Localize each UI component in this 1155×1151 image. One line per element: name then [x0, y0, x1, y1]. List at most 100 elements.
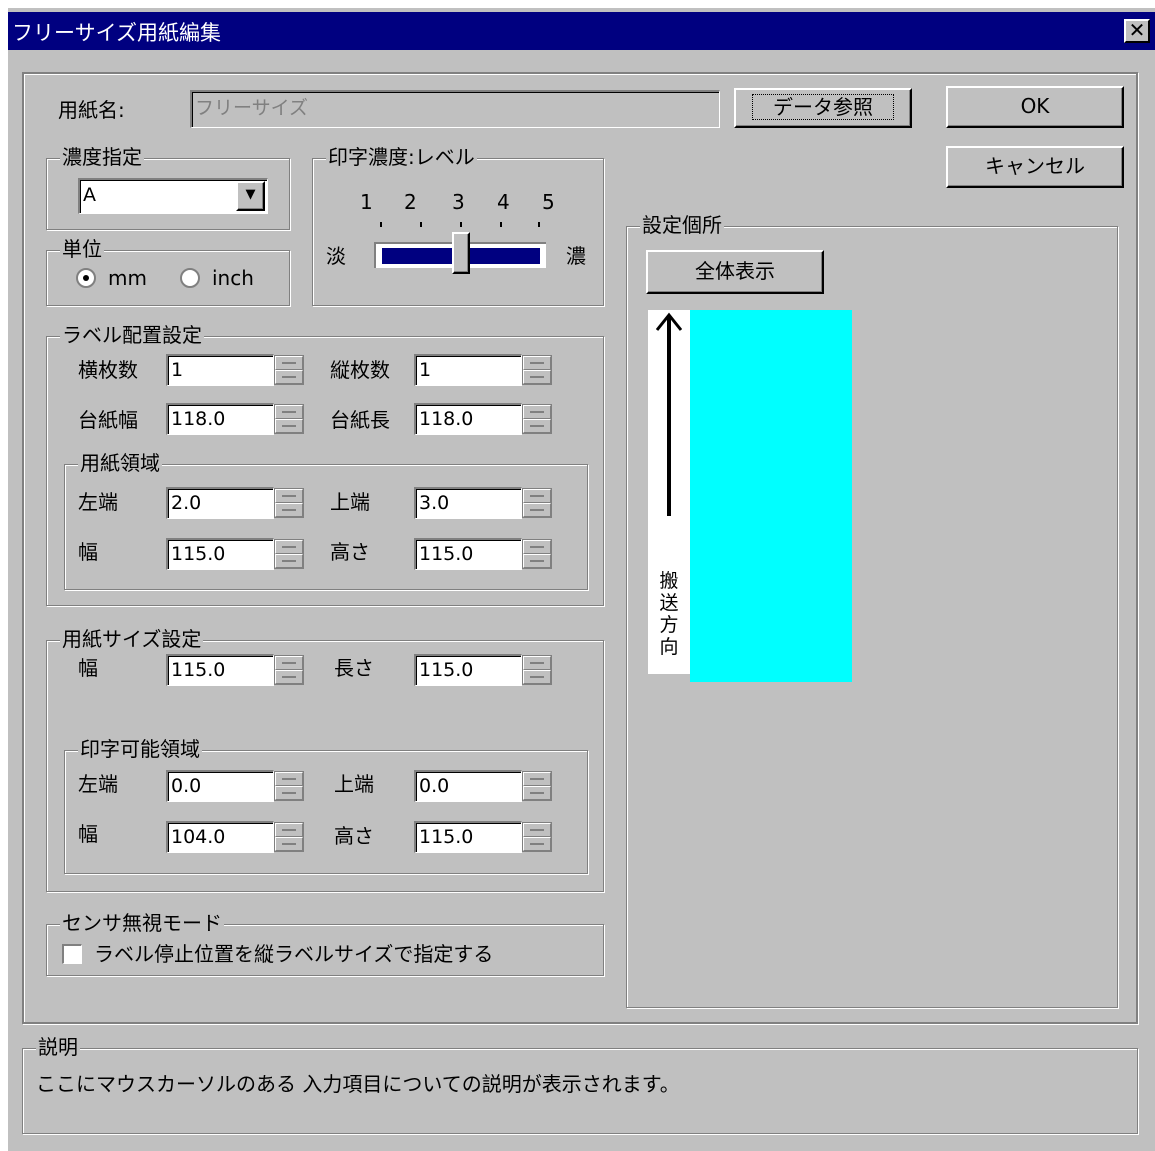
- spin-down-icon[interactable]: [523, 370, 551, 384]
- close-button[interactable]: ✕: [1124, 19, 1150, 43]
- density-slider-thumb[interactable]: [452, 232, 470, 274]
- h-count-field[interactable]: 1: [166, 354, 274, 386]
- paper-area-left-spinner[interactable]: [274, 488, 304, 518]
- paper-area-width-field[interactable]: 115.0: [166, 538, 274, 570]
- feed-char-4: 向: [659, 636, 679, 658]
- paper-size-width-spinner[interactable]: [274, 655, 304, 685]
- printable-top-label: 上端: [334, 772, 374, 796]
- label-preview: [690, 310, 852, 682]
- data-reference-label: データ参照: [752, 94, 894, 120]
- inch-radio[interactable]: [180, 268, 200, 288]
- paper-area-group: [64, 464, 588, 590]
- spin-down-icon[interactable]: [275, 554, 303, 568]
- paper-size-length-spinner[interactable]: [522, 655, 552, 685]
- spin-up-icon[interactable]: [523, 405, 551, 419]
- show-all-button[interactable]: 全体表示: [646, 250, 824, 294]
- spin-up-icon[interactable]: [275, 489, 303, 503]
- paper-area-height-spinner[interactable]: [522, 539, 552, 569]
- spin-up-icon[interactable]: [275, 405, 303, 419]
- paper-area-width-label: 幅: [78, 540, 98, 564]
- printable-height-label: 高さ: [334, 824, 374, 848]
- printable-width-spinner[interactable]: [274, 822, 304, 852]
- h-count-label: 横枚数: [78, 358, 138, 382]
- mount-width-field[interactable]: 118.0: [166, 403, 274, 435]
- tick-label-2: 2: [404, 190, 417, 214]
- paper-area-top-label: 上端: [330, 490, 370, 514]
- spin-down-icon[interactable]: [275, 419, 303, 433]
- spin-up-icon[interactable]: [523, 772, 551, 786]
- sensor-group-label: センサ無視モード: [60, 911, 224, 935]
- spin-down-icon[interactable]: [523, 419, 551, 433]
- mount-width-spinner[interactable]: [274, 404, 304, 434]
- spin-up-icon[interactable]: [523, 540, 551, 554]
- paper-area-group-label: 用紙領域: [78, 451, 162, 475]
- spin-up-icon[interactable]: [523, 356, 551, 370]
- paper-size-width-label: 幅: [78, 656, 98, 680]
- printable-width-field[interactable]: 104.0: [166, 821, 274, 853]
- spin-down-icon[interactable]: [275, 503, 303, 517]
- spin-down-icon[interactable]: [523, 554, 551, 568]
- spin-down-icon[interactable]: [275, 786, 303, 800]
- high-density-label: 濃: [566, 244, 586, 268]
- printable-height-field[interactable]: 115.0: [414, 821, 522, 853]
- spin-up-icon[interactable]: [275, 772, 303, 786]
- spin-up-icon[interactable]: [275, 540, 303, 554]
- radio-dot-icon: [83, 275, 89, 281]
- data-reference-button[interactable]: データ参照: [734, 88, 912, 128]
- slider-ticks: [380, 222, 540, 228]
- print-density-group-label: 印字濃度:レベル: [326, 145, 477, 169]
- inch-label: inch: [212, 266, 254, 290]
- spin-up-icon[interactable]: [275, 823, 303, 837]
- spin-down-icon[interactable]: [523, 786, 551, 800]
- spin-down-icon[interactable]: [275, 670, 303, 684]
- cancel-button[interactable]: キャンセル: [946, 146, 1124, 188]
- v-count-field[interactable]: 1: [414, 354, 522, 386]
- printable-left-field[interactable]: 0.0: [166, 770, 274, 802]
- paper-size-width-field[interactable]: 115.0: [166, 654, 274, 686]
- spin-up-icon[interactable]: [275, 656, 303, 670]
- spin-down-icon[interactable]: [275, 837, 303, 851]
- v-count-spinner[interactable]: [522, 355, 552, 385]
- spin-down-icon[interactable]: [523, 837, 551, 851]
- paper-size-length-label: 長さ: [334, 656, 374, 680]
- v-count-label: 縦枚数: [330, 358, 390, 382]
- low-density-label: 淡: [326, 244, 346, 268]
- paper-size-length-field[interactable]: 115.0: [414, 654, 522, 686]
- printable-top-spinner[interactable]: [522, 771, 552, 801]
- spin-up-icon[interactable]: [523, 656, 551, 670]
- label-layout-group-label: ラベル配置設定: [60, 323, 204, 347]
- mm-radio[interactable]: [76, 268, 96, 288]
- feed-char-1: 搬: [659, 570, 679, 592]
- spin-up-icon[interactable]: [523, 489, 551, 503]
- paper-size-group-label: 用紙サイズ設定: [60, 627, 204, 651]
- paper-area-left-label: 左端: [78, 490, 118, 514]
- printable-top-field[interactable]: 0.0: [414, 770, 522, 802]
- tick-label-1: 1: [360, 190, 373, 214]
- ok-button[interactable]: OK: [946, 86, 1124, 128]
- spin-down-icon[interactable]: [523, 670, 551, 684]
- tick-label-4: 4: [497, 190, 510, 214]
- spin-down-icon[interactable]: [523, 503, 551, 517]
- mount-length-field[interactable]: 118.0: [414, 403, 522, 435]
- h-count-spinner[interactable]: [274, 355, 304, 385]
- dropdown-arrow-icon[interactable]: ▼: [236, 181, 265, 211]
- paper-area-height-field[interactable]: 115.0: [414, 538, 522, 570]
- paper-area-top-field[interactable]: 3.0: [414, 487, 522, 519]
- paper-area-left-field[interactable]: 2.0: [166, 487, 274, 519]
- printable-width-label: 幅: [78, 822, 98, 846]
- spin-up-icon[interactable]: [523, 823, 551, 837]
- paper-area-width-spinner[interactable]: [274, 539, 304, 569]
- spin-down-icon[interactable]: [275, 370, 303, 384]
- printable-left-spinner[interactable]: [274, 771, 304, 801]
- window-title: フリーサイズ用紙編集: [12, 21, 221, 45]
- mount-length-spinner[interactable]: [522, 404, 552, 434]
- printable-area-group-label: 印字可能領域: [78, 737, 202, 761]
- printable-height-spinner[interactable]: [522, 822, 552, 852]
- spin-up-icon[interactable]: [275, 356, 303, 370]
- paper-area-top-spinner[interactable]: [522, 488, 552, 518]
- preview-group-label: 設定個所: [640, 213, 724, 237]
- paper-name-field[interactable]: フリーサイズ: [190, 90, 720, 128]
- sensor-checkbox[interactable]: [62, 944, 82, 964]
- paper-area-height-label: 高さ: [330, 540, 370, 564]
- mm-label: mm: [108, 266, 147, 290]
